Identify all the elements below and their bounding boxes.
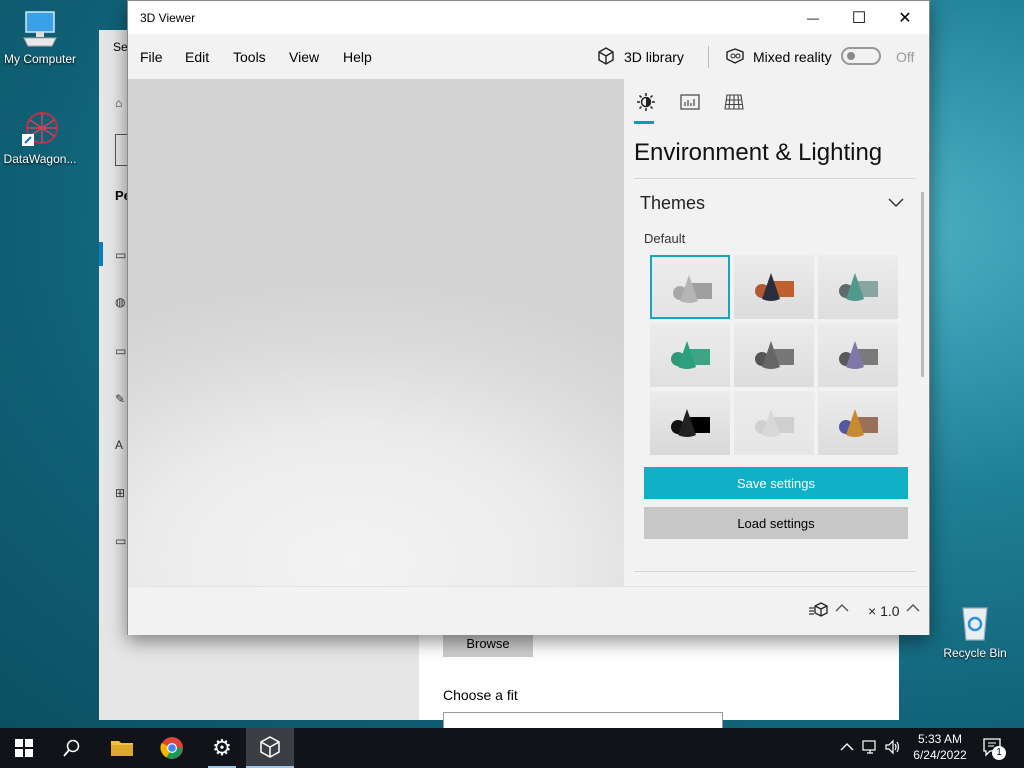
theme-thumbnail-default-gray[interactable] [650, 255, 730, 319]
minimize-button[interactable]: — [790, 1, 836, 34]
selected-indicator [99, 242, 103, 266]
grid-tab[interactable] [722, 91, 746, 113]
desktop-icon-my-computer[interactable]: My Computer [0, 8, 80, 66]
theme-preview-shapes [671, 409, 710, 437]
stats-icon [680, 94, 700, 110]
environment-panel: Environment & Lighting Themes Default Sa… [624, 79, 929, 586]
maximize-button[interactable]: ☐ [836, 1, 882, 34]
theme-preview-shapes [755, 409, 794, 437]
settings-button[interactable]: ⚙ [198, 728, 246, 768]
close-button[interactable]: ✕ [882, 1, 928, 34]
stats-tab[interactable] [678, 91, 702, 113]
sun-icon [637, 93, 655, 111]
theme-preview-shapes [839, 409, 878, 437]
theme-preview-shapes [673, 275, 712, 303]
menu-bar: File Edit Tools View Help 3D library Mix… [128, 34, 929, 79]
desktop-icon-recycle-bin[interactable]: Recycle Bin [935, 602, 1015, 660]
gear-icon: ⚙ [212, 735, 232, 760]
computer-icon [20, 8, 60, 48]
menu-view[interactable]: View [289, 49, 319, 65]
folder-icon [111, 741, 133, 756]
panel-divider [634, 178, 916, 179]
title-bar[interactable]: 3D Viewer — ☐ ✕ [128, 1, 929, 34]
system-clock[interactable]: 5:33 AM 6/24/2022 [900, 731, 980, 763]
theme-thumbnail-multicolor[interactable] [818, 391, 898, 455]
clock-date: 6/24/2022 [913, 748, 967, 762]
grid-icon [724, 94, 744, 110]
notification-button[interactable]: 1 [982, 736, 1006, 760]
theme-thumbnail-black[interactable] [650, 391, 730, 455]
chevron-up-icon[interactable] [906, 601, 920, 616]
chrome-button[interactable] [148, 728, 196, 768]
file-explorer-button[interactable] [98, 728, 146, 768]
active-tab-indicator [634, 121, 654, 124]
desktop-icon-label: Recycle Bin [943, 646, 1007, 660]
theme-preview-shapes [839, 341, 878, 369]
theme-thumbnail-light[interactable] [734, 391, 814, 455]
theme-preview-shapes [671, 341, 710, 369]
theme-preview-shapes [839, 273, 878, 301]
themes-header[interactable]: Themes [640, 193, 705, 214]
panel-title: Environment & Lighting [634, 139, 883, 166]
3d-viewport[interactable] [128, 79, 624, 586]
choose-fit-label: Choose a fit [443, 687, 518, 703]
viewer-window: 3D Viewer — ☐ ✕ File Edit Tools View Hel… [127, 0, 930, 635]
save-settings-button[interactable]: Save settings [644, 467, 908, 499]
default-label: Default [644, 231, 686, 246]
3d-library-label: 3D library [624, 49, 684, 65]
theme-thumbnail-dark-gray[interactable] [734, 323, 814, 387]
chevron-up-icon[interactable] [840, 740, 854, 755]
chevron-up-icon[interactable] [835, 601, 849, 616]
desktop-icon-label: DataWagon... [3, 152, 77, 166]
datawagon-icon [20, 108, 60, 148]
3d-viewer-icon [260, 736, 280, 758]
zoom-level[interactable]: × 1.0 [868, 603, 900, 619]
theme-thumbnail-warm[interactable] [734, 255, 814, 319]
menu-help[interactable]: Help [343, 49, 372, 65]
mixed-reality-label: Mixed reality [753, 49, 832, 65]
theme-thumbnail-violet[interactable] [818, 323, 898, 387]
load-settings-button[interactable]: Load settings [644, 507, 908, 539]
chevron-down-icon[interactable] [888, 195, 904, 211]
windows-icon [15, 739, 33, 757]
cube-icon [596, 46, 616, 69]
animation-icon[interactable] [808, 601, 830, 622]
search-icon [63, 739, 80, 757]
close-icon: ✕ [898, 9, 912, 27]
theme-preview-shapes [755, 341, 794, 369]
mixed-reality-button[interactable]: Mixed reality [725, 46, 832, 68]
menu-edit[interactable]: Edit [185, 49, 209, 65]
mixed-reality-state: Off [896, 49, 915, 65]
status-bar: × 1.0 [128, 586, 929, 635]
minimize-icon: — [807, 10, 819, 25]
3d-library-button[interactable]: 3D library [596, 46, 684, 68]
taskbar: ⚙ 5:33 AM 6/24/2022 1 [0, 728, 1024, 768]
search-button[interactable] [48, 728, 96, 768]
menu-separator [708, 46, 709, 68]
desktop-icon-datawagon[interactable]: DataWagon... [0, 108, 80, 166]
start-button[interactable] [0, 728, 48, 768]
network-icon[interactable] [862, 738, 880, 759]
panel-divider-bottom [634, 571, 916, 572]
theme-thumbnail-teal-gray[interactable] [818, 255, 898, 319]
menu-file[interactable]: File [140, 49, 163, 65]
menu-tools[interactable]: Tools [233, 49, 266, 65]
desktop-icon-label: My Computer [3, 52, 77, 66]
mixed-reality-icon [725, 46, 745, 69]
clock-time: 5:33 AM [917, 732, 963, 746]
mixed-reality-toggle[interactable] [841, 47, 881, 65]
theme-thumbnail-green[interactable] [650, 323, 730, 387]
3d-viewer-button[interactable] [246, 728, 294, 768]
environment-lighting-tab[interactable] [634, 91, 658, 113]
panel-scrollbar[interactable] [921, 192, 924, 377]
recycle-bin-icon [955, 602, 995, 642]
theme-preview-shapes [755, 273, 794, 301]
chrome-icon [160, 737, 183, 759]
toggle-knob [847, 52, 855, 60]
maximize-icon: ☐ [851, 9, 867, 27]
window-title: 3D Viewer [140, 11, 196, 25]
notification-badge: 1 [992, 746, 1006, 760]
